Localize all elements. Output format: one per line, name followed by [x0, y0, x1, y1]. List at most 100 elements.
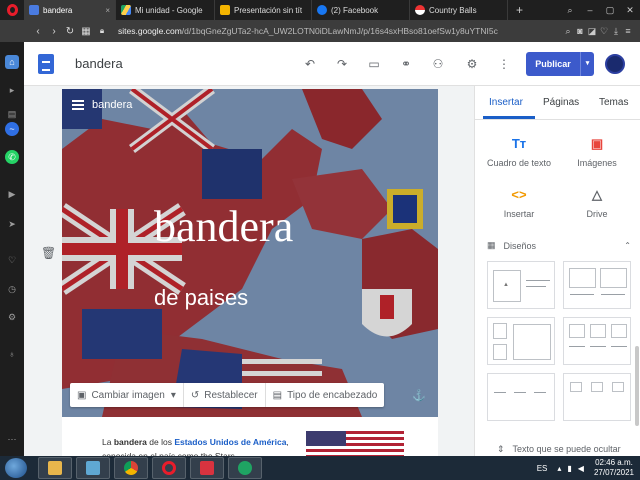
messenger-icon[interactable]: ~: [5, 122, 19, 136]
taskbar: ES ▴ ▮ ◀ 02:46 a.m. 27/07/2021: [0, 456, 640, 480]
close-window-icon[interactable]: ✕: [620, 5, 640, 16]
hero-map-image: [62, 89, 438, 417]
more-icon[interactable]: ⋯: [5, 432, 19, 446]
us-flag-image[interactable]: [306, 431, 404, 456]
tray-up-icon[interactable]: ▴: [557, 464, 561, 473]
easy-setup-icon[interactable]: ≡: [622, 26, 634, 36]
more-vert-icon[interactable]: ⋮: [496, 56, 512, 72]
insert-images-button[interactable]: ▣ Imágenes: [557, 136, 637, 168]
hero-site-name[interactable]: bandera: [92, 99, 132, 111]
tab-presentacion[interactable]: Presentación sin tít: [215, 0, 312, 20]
settings-icon[interactable]: ⚙: [464, 56, 480, 72]
heart-icon[interactable]: ♡: [5, 253, 19, 267]
clock[interactable]: 02:46 a.m. 27/07/2021: [594, 458, 634, 478]
whatsapp-icon[interactable]: ✆: [5, 150, 19, 164]
hero-subtitle[interactable]: de paises: [154, 285, 248, 311]
insert-text-box-button[interactable]: Tт Cuadro de texto: [479, 136, 559, 168]
history-icon[interactable]: ◷: [5, 282, 19, 296]
publish-button[interactable]: Publicar ▾: [526, 52, 594, 76]
language-indicator[interactable]: ES: [537, 464, 548, 473]
download-icon[interactable]: ⤓: [610, 26, 622, 37]
tab-paginas[interactable]: Páginas: [543, 97, 579, 108]
menu-icon[interactable]: [72, 100, 84, 110]
google-sites-logo-icon[interactable]: [38, 54, 54, 74]
network-icon[interactable]: ▮: [567, 464, 571, 473]
volume-icon[interactable]: ◀: [578, 464, 584, 473]
new-tab-button[interactable]: +: [508, 3, 531, 17]
settings-icon[interactable]: ⚙: [5, 310, 19, 324]
layout-option[interactable]: [563, 261, 631, 309]
redo-icon[interactable]: ↷: [334, 56, 350, 72]
chevron-up-icon[interactable]: ⌃: [624, 241, 631, 250]
opera-logo-icon[interactable]: [0, 0, 24, 20]
player-icon[interactable]: ▸: [5, 83, 19, 97]
insert-drive-button[interactable]: △ Drive: [557, 187, 637, 219]
app-icon: [86, 461, 100, 475]
panel-scrollbar[interactable]: [635, 346, 639, 426]
tab-facebook[interactable]: (2) Facebook: [312, 0, 410, 20]
insert-embed-button[interactable]: <> Insertar: [479, 187, 559, 219]
heart-icon[interactable]: ♡: [598, 26, 610, 37]
hero-title[interactable]: bandera: [154, 201, 293, 252]
window-controls: ⌕ – ▢ ✕: [560, 5, 640, 16]
collapsible-text-option[interactable]: ⇕ Texto que se puede ocultar: [497, 444, 621, 455]
link-icon[interactable]: ⚭: [398, 56, 414, 72]
google-sites-icon: [29, 5, 39, 15]
url-field[interactable]: sites.google.com/d/1bqGneZgUTa2-hcA_UW2L…: [118, 26, 562, 36]
forward-icon[interactable]: ›: [46, 26, 62, 37]
close-tab-icon[interactable]: ×: [99, 6, 110, 15]
taskbar-app-5[interactable]: [190, 457, 224, 479]
tab-temas[interactable]: Temas: [599, 97, 628, 108]
layout-option[interactable]: [563, 317, 631, 365]
player-circle-icon[interactable]: ▶: [5, 187, 19, 201]
us-link[interactable]: Estados Unidos de América: [174, 437, 286, 447]
google-slides-icon: [220, 5, 230, 15]
camera-icon[interactable]: ◙: [574, 26, 586, 36]
tab-insertar[interactable]: Insertar: [489, 97, 523, 108]
undo-icon[interactable]: ↶: [302, 56, 318, 72]
editor-canvas: 🗑︎ bandera bandera de paises ▣ Cambiar i…: [24, 86, 474, 456]
extension-icon[interactable]: ◪: [586, 26, 598, 37]
avatar[interactable]: [605, 54, 625, 74]
taskbar-opera[interactable]: [152, 457, 186, 479]
layout-option[interactable]: [563, 373, 631, 421]
taskbar-chrome[interactable]: [114, 457, 148, 479]
tab-bandera[interactable]: bandera ×: [24, 0, 116, 20]
trash-icon[interactable]: 🗑︎: [41, 246, 56, 260]
back-icon[interactable]: ‹: [30, 26, 46, 37]
layout-option[interactable]: ▲: [487, 261, 555, 309]
taskbar-app-2[interactable]: [76, 457, 110, 479]
taskbar-explorer[interactable]: [38, 457, 72, 479]
layouts-section-header[interactable]: ▦ Diseños ⌃: [487, 240, 631, 251]
layouts-icon: ▦: [487, 240, 496, 250]
minimize-icon[interactable]: –: [580, 5, 600, 16]
reset-button[interactable]: ↺ Restablecer: [184, 383, 266, 407]
hero-banner[interactable]: bandera bandera de paises ▣ Cambiar imag…: [62, 89, 438, 417]
start-button[interactable]: [5, 458, 27, 478]
layout-option[interactable]: [487, 373, 555, 421]
reload-icon[interactable]: ↻: [62, 26, 78, 37]
browser-tab-bar: bandera × Mi unidad - Google Presentació…: [0, 0, 640, 20]
header-type-button[interactable]: ▤ Tipo de encabezado: [266, 383, 385, 407]
preview-icon[interactable]: ▭: [366, 56, 382, 72]
layout-option[interactable]: [487, 317, 555, 365]
change-image-button[interactable]: ▣ Cambiar imagen ▾: [70, 383, 184, 407]
anchor-icon[interactable]: ⚓: [412, 389, 426, 402]
workspace-icon[interactable]: ▤: [5, 107, 19, 121]
search-icon[interactable]: ⌕: [562, 26, 574, 37]
tab-mi-unidad[interactable]: Mi unidad - Google: [116, 0, 215, 20]
add-person-icon[interactable]: ⚇: [430, 56, 446, 72]
lightbulb-icon[interactable]: ♁: [5, 347, 19, 361]
send-icon[interactable]: ➤: [5, 217, 19, 231]
body-paragraph[interactable]: La bandera de los Estados Unidos de Amér…: [102, 435, 302, 456]
taskbar-app-6[interactable]: [228, 457, 262, 479]
collapse-icon: ⇕: [497, 444, 505, 454]
tab-country-balls[interactable]: Country Balls: [410, 0, 508, 20]
maximize-icon[interactable]: ▢: [600, 5, 620, 16]
tabs-grid-icon[interactable]: ▦: [78, 26, 94, 37]
system-tray: ES ▴ ▮ ◀ 02:46 a.m. 27/07/2021: [537, 458, 634, 478]
publish-dropdown-icon[interactable]: ▾: [580, 52, 594, 76]
search-tabs-icon[interactable]: ⌕: [560, 5, 580, 16]
home-icon[interactable]: ⌂: [5, 55, 19, 69]
site-document-title[interactable]: bandera: [75, 56, 123, 71]
